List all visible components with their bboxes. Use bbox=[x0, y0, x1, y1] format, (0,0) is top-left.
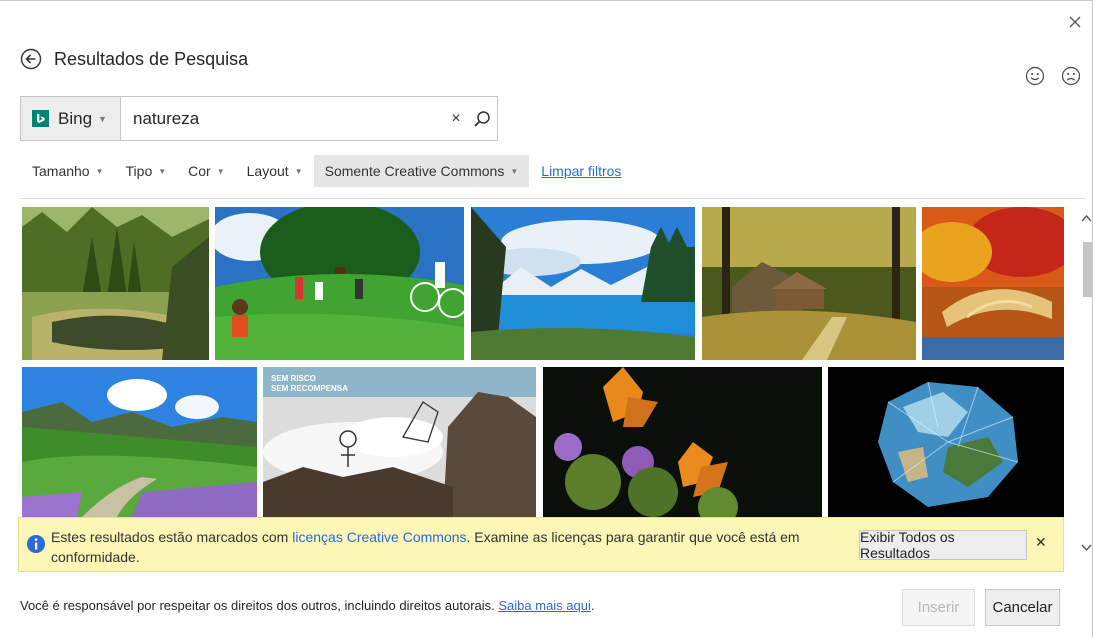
back-arrow-icon[interactable] bbox=[20, 48, 42, 70]
creative-commons-link[interactable]: licenças Creative Commons bbox=[292, 529, 466, 545]
bing-logo-icon bbox=[32, 110, 49, 127]
search-input[interactable] bbox=[121, 97, 445, 140]
filter-label: Somente Creative Commons bbox=[324, 163, 505, 179]
lake-forest-image[interactable] bbox=[22, 207, 209, 360]
scrollbar-thumb[interactable] bbox=[1083, 242, 1092, 297]
filter-creative-commons[interactable]: Somente Creative Commons ▼ bbox=[313, 155, 530, 187]
feedback-group bbox=[1025, 66, 1081, 86]
filter-label: Layout bbox=[246, 163, 289, 179]
engine-label: Bing bbox=[58, 108, 93, 128]
chevron-down-icon: ▼ bbox=[158, 166, 167, 176]
filter-type[interactable]: Tipo ▼ bbox=[115, 155, 178, 187]
filter-size[interactable]: Tamanho ▼ bbox=[20, 155, 115, 187]
chevron-down-icon: ▼ bbox=[216, 166, 225, 176]
chevron-down-icon: ▼ bbox=[294, 166, 303, 176]
clear-search-icon[interactable]: × bbox=[445, 97, 467, 140]
frowning-face-icon[interactable] bbox=[1061, 66, 1081, 86]
footer-period: . bbox=[590, 598, 595, 613]
smiley-face-icon[interactable] bbox=[1025, 66, 1045, 86]
close-icon[interactable] bbox=[1067, 14, 1083, 30]
mountain-lake-image[interactable] bbox=[471, 207, 695, 360]
footer-disclaimer: Você é responsável por respeitar os dire… bbox=[20, 598, 499, 613]
divider bbox=[20, 198, 1086, 199]
crumpled-globe-image[interactable] bbox=[828, 367, 1064, 517]
show-all-results-button[interactable]: Exibir Todos os Resultados bbox=[859, 529, 1027, 561]
people-park-image[interactable] bbox=[215, 207, 464, 360]
insert-button[interactable]: Inserir bbox=[902, 589, 975, 626]
search-bar: Bing ▼ × bbox=[20, 96, 498, 141]
forest-cabin-image[interactable] bbox=[702, 207, 916, 360]
chevron-down-icon[interactable] bbox=[1080, 540, 1093, 554]
search-engine-dropdown[interactable]: Bing ▼ bbox=[21, 97, 121, 140]
autumn-bridge-image[interactable] bbox=[922, 207, 1064, 360]
clear-filters-link[interactable]: Limpar filtros bbox=[541, 163, 621, 179]
close-notice-icon[interactable]: ✕ bbox=[1035, 534, 1047, 551]
notice-text: Estes resultados estão marcados com lice… bbox=[51, 527, 831, 567]
filter-label: Cor bbox=[188, 163, 211, 179]
learn-more-link[interactable]: Saiba mais aqui bbox=[498, 598, 591, 613]
filter-color[interactable]: Cor ▼ bbox=[177, 155, 235, 187]
filter-label: Tamanho bbox=[32, 163, 90, 179]
filter-label: Tipo bbox=[125, 163, 153, 179]
notice-text-start: Estes resultados estão marcados com bbox=[51, 529, 293, 545]
cartoon-caption: SEM RISCO bbox=[271, 374, 316, 383]
butterflies-thistle-image[interactable] bbox=[543, 367, 822, 517]
info-icon bbox=[26, 534, 46, 554]
page-title: Resultados de Pesquisa bbox=[54, 48, 249, 69]
filter-bar: Tamanho ▼ Tipo ▼ Cor ▼ Layout ▼ Somente Crea… bbox=[20, 155, 621, 187]
cancel-button[interactable]: Cancelar bbox=[985, 589, 1060, 626]
results-grid: SEM RISCO SEM RECOMPENSA bbox=[22, 207, 1064, 517]
chevron-down-icon: ▼ bbox=[98, 113, 107, 124]
search-icon[interactable] bbox=[467, 97, 497, 140]
filter-layout[interactable]: Layout ▼ bbox=[236, 155, 314, 187]
cartoon-caption: SEM RECOMPENSA bbox=[271, 384, 348, 393]
license-notice-bar: Estes resultados estão marcados com lice… bbox=[18, 517, 1064, 572]
footer-text: Você é responsável por respeitar os dire… bbox=[20, 598, 595, 613]
chevron-up-icon[interactable] bbox=[1080, 212, 1093, 226]
dialog-header: Resultados de Pesquisa bbox=[20, 46, 248, 72]
cartoon-cliff-image[interactable]: SEM RISCO SEM RECOMPENSA bbox=[263, 367, 536, 517]
mountain-valley-flowers-image[interactable] bbox=[22, 367, 257, 517]
results-scrollbar[interactable] bbox=[1080, 212, 1093, 562]
chevron-down-icon: ▼ bbox=[510, 166, 519, 176]
chevron-down-icon: ▼ bbox=[95, 166, 104, 176]
